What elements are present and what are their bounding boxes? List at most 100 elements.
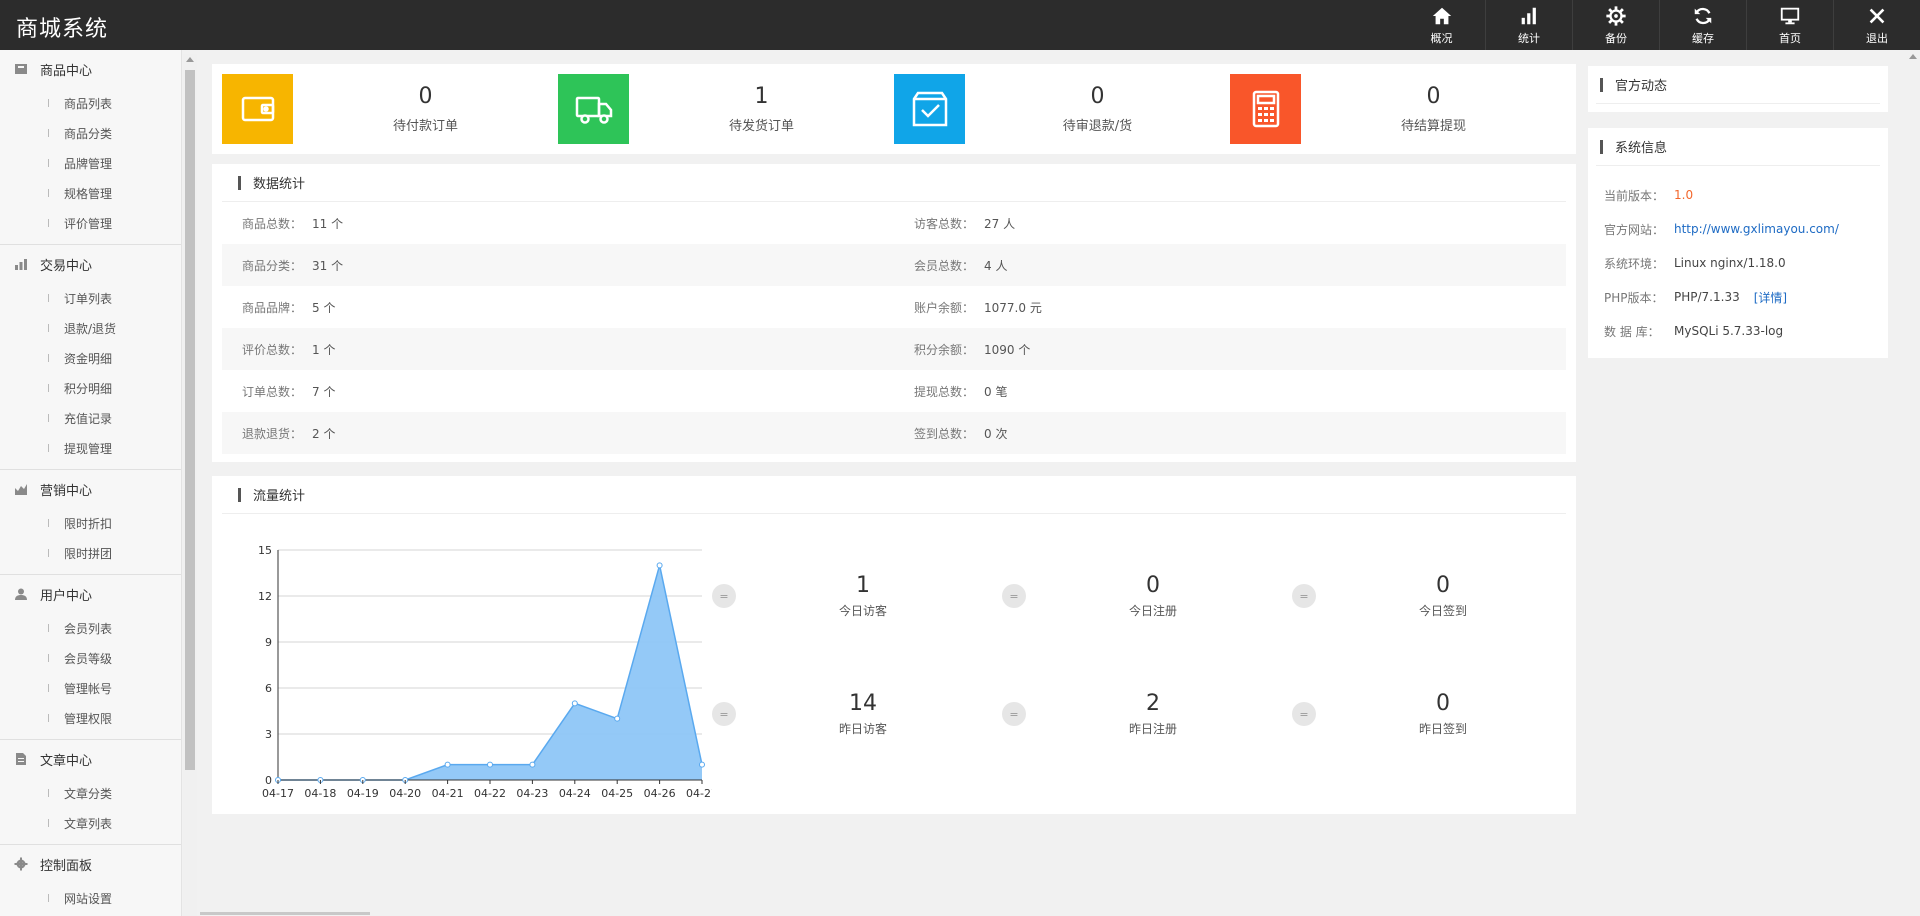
page-scrollbar[interactable] xyxy=(1906,50,1920,916)
stat-row: 商品总数： 11 个 访客总数： 27 人 xyxy=(222,202,1566,244)
sidebar-item[interactable]: 文章分类 xyxy=(0,778,181,808)
sidebar-item[interactable]: 规格管理 xyxy=(0,178,181,208)
metric-yesterday-visitors: = 14 昨日访客 xyxy=(700,691,990,737)
metric-value: 14 xyxy=(849,691,877,716)
sidebar-group-head[interactable]: 营销中心 xyxy=(0,470,181,508)
stat-cell: 提现总数： 0 笔 xyxy=(894,370,1566,412)
box-icon xyxy=(15,64,27,74)
info-row-php: PHP版本： PHP/7.1.33 [详情] xyxy=(1588,280,1888,314)
sidebar-scroll-thumb[interactable] xyxy=(185,70,195,770)
card-pending-shipment[interactable]: 1 待发货订单 xyxy=(558,74,894,144)
sidebar-item[interactable]: 提现管理 xyxy=(0,433,181,463)
sidebar-item[interactable]: 会员等级 xyxy=(0,643,181,673)
official-site-link[interactable]: http://www.gxlimayou.com/ xyxy=(1674,222,1839,236)
calculator-icon xyxy=(1230,74,1301,144)
sidebar-item[interactable]: 商品分类 xyxy=(0,118,181,148)
stat-cell: 签到总数： 0 次 xyxy=(894,412,1566,454)
nav-logout-button[interactable]: 退出 xyxy=(1833,0,1920,50)
sidebar-group-head[interactable]: 商品中心 xyxy=(0,50,181,88)
nav-cache-button[interactable]: 缓存 xyxy=(1659,0,1746,50)
sidebar-group-head[interactable]: 文章中心 xyxy=(0,740,181,778)
metric-row-today: = 1 今日访客 = 0 今日注册 = 0 今日签到 xyxy=(700,566,1570,626)
stat-value: 5 个 xyxy=(312,300,336,315)
sidebar-item[interactable]: 限时拼团 xyxy=(0,538,181,568)
data-point xyxy=(571,700,578,707)
stat-row: 商品品牌： 5 个 账户余额： 1077.0 元 xyxy=(222,286,1566,328)
sidebar-group-head[interactable]: 用户中心 xyxy=(0,575,181,613)
data-stats-panel: 数据统计 商品总数： 11 个 访客总数： 27 人 商品分类： 31 个 会员总数：… xyxy=(212,164,1576,462)
scroll-up-arrow-icon[interactable] xyxy=(186,57,194,62)
sidebar-item[interactable]: 会员列表 xyxy=(0,613,181,643)
close-icon xyxy=(1869,8,1885,23)
sidebar-group-title: 用户中心 xyxy=(40,588,93,604)
stat-value: 1090 个 xyxy=(984,342,1031,357)
sidebar-item-label: 品牌管理 xyxy=(64,156,113,171)
sidebar-item[interactable]: 网站设置 xyxy=(0,883,181,913)
sidebar-item-label: 网站设置 xyxy=(64,891,113,906)
nav-label: 统计 xyxy=(1518,31,1540,45)
data-point xyxy=(656,562,663,569)
php-detail-link[interactable]: [详情] xyxy=(1754,289,1787,306)
right-column: 官方动态 系统信息 当前版本： 1.0 官方网站： http://www.gxlim… xyxy=(1588,66,1888,358)
nav-overview-button[interactable]: 概况 xyxy=(1398,0,1485,50)
card-pending-withdraw[interactable]: 0 待结算提现 xyxy=(1230,74,1566,144)
metric-value: 2 xyxy=(1146,691,1160,716)
gear-icon xyxy=(14,857,28,871)
sidebar-group-head[interactable]: 控制面板 xyxy=(0,845,181,883)
stat-key: 积分余额： xyxy=(914,342,975,357)
nav-backup-button[interactable]: 备份 xyxy=(1572,0,1659,50)
card-value: 0 xyxy=(418,84,433,109)
sidebar: 商品中心 商品列表 商品分类 品牌管理 规格管理 评价管理 交易中心 订单列表 … xyxy=(0,50,182,916)
sidebar-item[interactable]: 商品列表 xyxy=(0,88,181,118)
sidebar-item[interactable]: 文章列表 xyxy=(0,808,181,838)
stat-value: 1077.0 元 xyxy=(984,300,1042,315)
sidebar-item[interactable]: 退款/退货 xyxy=(0,313,181,343)
stat-row: 评价总数： 1 个 积分余额： 1090 个 xyxy=(222,328,1566,370)
metric-value: 0 xyxy=(1146,573,1160,598)
metric-value: 1 xyxy=(856,573,870,598)
sidebar-item[interactable]: 管理帐号 xyxy=(0,673,181,703)
sidebar-group-title: 文章中心 xyxy=(40,753,93,769)
info-key: PHP版本： xyxy=(1604,290,1664,305)
sidebar-group-article: 文章中心 文章分类 文章列表 xyxy=(0,740,181,845)
sidebar-group-head[interactable]: 交易中心 xyxy=(0,245,181,283)
sidebar-scrollbar[interactable] xyxy=(183,54,197,916)
info-key: 当前版本： xyxy=(1604,188,1665,203)
traffic-panel: 流量统计 0 3 6 9 12 15 04-17 04-18 04-19 04-20 04-21 04… xyxy=(212,476,1576,814)
section-title: 系统信息 xyxy=(1596,128,1880,166)
sidebar-item[interactable]: 限时折扣 xyxy=(0,508,181,538)
stat-value: 11 个 xyxy=(312,216,344,231)
stat-key: 访客总数： xyxy=(914,216,975,231)
info-key: 官方网站： xyxy=(1604,222,1665,237)
card-text: 0 待审退款/货 xyxy=(965,84,1230,134)
card-pending-payment[interactable]: 0 待付款订单 xyxy=(222,74,558,144)
sidebar-item[interactable]: 管理权限 xyxy=(0,703,181,733)
card-pending-refund[interactable]: 0 待审退款/货 xyxy=(894,74,1230,144)
sidebar-item[interactable]: 资金明细 xyxy=(0,343,181,373)
y-tick-label: 0 xyxy=(265,774,272,787)
horizontal-scrollbar[interactable] xyxy=(200,912,370,915)
sidebar-item-label: 退款/退货 xyxy=(64,321,117,336)
metric-dot-icon: = xyxy=(1292,702,1316,726)
monitor-icon xyxy=(1780,7,1800,24)
sidebar-item[interactable]: 品牌管理 xyxy=(0,148,181,178)
nav-stats-button[interactable]: 统计 xyxy=(1485,0,1572,50)
nav-homepage-button[interactable]: 首页 xyxy=(1746,0,1833,50)
sidebar-item[interactable]: 积分明细 xyxy=(0,373,181,403)
sidebar-item[interactable]: 评价管理 xyxy=(0,208,181,238)
sidebar-item[interactable]: 订单列表 xyxy=(0,283,181,313)
traffic-chart: 0 3 6 9 12 15 04-17 04-18 04-19 04-20 04-21 04-22 04… xyxy=(242,534,718,804)
sidebar-item-label: 资金明细 xyxy=(64,351,113,366)
info-key: 系统环境： xyxy=(1604,256,1665,271)
sidebar-group-title: 交易中心 xyxy=(40,258,93,274)
sidebar-item-label: 商品分类 xyxy=(64,126,113,141)
sidebar-group-title: 控制面板 xyxy=(40,858,93,874)
stat-value: 7 个 xyxy=(312,384,336,399)
nav-label: 退出 xyxy=(1866,31,1888,45)
info-value: PHP/7.1.33 xyxy=(1674,290,1740,304)
metric-label: 昨日访客 xyxy=(838,722,887,736)
y-tick-label: 15 xyxy=(258,544,272,557)
scroll-up-arrow-icon[interactable] xyxy=(1909,54,1917,59)
card-label: 待发货订单 xyxy=(728,119,794,134)
sidebar-item[interactable]: 充值记录 xyxy=(0,403,181,433)
